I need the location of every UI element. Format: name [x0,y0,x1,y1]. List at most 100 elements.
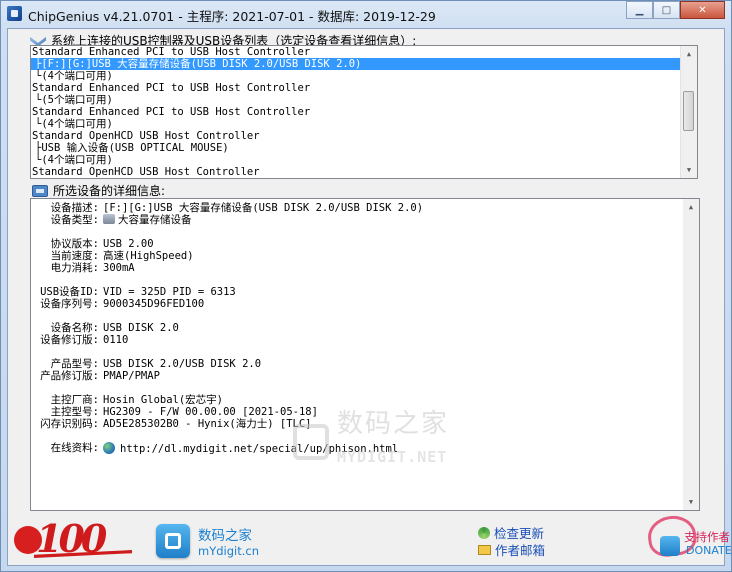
scroll-thumb[interactable] [683,91,694,131]
title-bar[interactable]: ChipGenius v4.21.0701 - 主程序: 2021-07-01 … [1,1,731,27]
device-list-item[interactable]: └(4个端口可用) [31,70,697,82]
detail-value: 9000345D96FED100 [103,298,204,310]
details-scrollbar[interactable]: ▲ ▼ [683,199,699,510]
donate-sublabel: DONATE [686,544,732,557]
window-title: ChipGenius v4.21.0701 - 主程序: 2021-07-01 … [28,9,436,24]
detail-value-text: HG2309 - F/W 00.00.00 [2021-05-18] [103,406,318,418]
detail-value: 300mA [103,262,135,274]
controller-list-item[interactable]: Standard Enhanced PCI to USB Host Contro… [31,106,697,118]
scroll-up-button[interactable]: ▲ [681,46,697,62]
detail-value: USB DISK 2.0 [103,322,179,334]
controller-list-item[interactable]: Standard OpenHCD USB Host Controller [31,166,697,178]
refresh-icon [478,526,490,539]
party-100-logo: 100 [14,514,132,561]
device-list-item[interactable]: └(4个端口可用) [31,118,697,130]
minimize-button[interactable]: ▁ [626,1,653,19]
detail-value-text: PMAP/PMAP [103,370,160,382]
detail-value-text: [F:][G:]USB 大容量存储设备(USB DISK 2.0/USB DIS… [103,202,424,214]
brand-name: 数码之家 [198,528,252,544]
close-button[interactable]: ✕ [680,1,725,19]
client-area: 系统上连接的USB控制器及USB设备列表（选定设备查看详细信息）: Standa… [7,28,732,566]
details-header: 所选设备的详细信息: [32,182,165,199]
author-email-label: 作者邮箱 [495,543,546,558]
globe-icon [103,442,115,454]
detail-label: USB设备ID: [40,286,99,298]
mail-icon [478,544,491,555]
disk-icon [103,214,115,224]
detail-label: 电力消耗: [50,262,99,274]
detail-label: 协议版本: [50,238,99,250]
detail-value: 大容量存储设备 [103,214,192,226]
info-icon [32,184,48,197]
device-list[interactable]: Standard Enhanced PCI to USB Host Contro… [30,45,698,179]
detail-value-text: AD5E285302B0 - Hynix(海力士) [TLC] [103,418,312,430]
scroll-down-icon: ▼ [686,166,692,174]
detail-label: 设备序列号: [40,298,99,310]
app-window: ChipGenius v4.21.0701 - 主程序: 2021-07-01 … [0,0,732,572]
detail-value: VID = 325D PID = 6313 [103,286,236,298]
brand-link[interactable]: 数码之家 mYdigit.cn [156,519,259,563]
detail-label: 主控厂商: [50,394,99,406]
app-icon [7,6,22,21]
detail-label: 产品修订版: [40,370,99,382]
detail-value-text: USB 2.00 [103,238,154,250]
detail-value-text: USB DISK 2.0/USB DISK 2.0 [103,358,262,370]
detail-label: 闪存识别码: [40,418,99,430]
footer-links: 检查更新 作者邮箱 [478,524,545,558]
details-scroll-down-button[interactable]: ▼ [683,494,699,510]
watermark-logo-icon [293,424,329,460]
detail-value: USB DISK 2.0/USB DISK 2.0 [103,358,261,370]
detail-label: 设备类型: [50,214,99,226]
detail-label: 设备修订版: [40,334,99,346]
watermark-line2: MYDIGIT.NET [337,448,448,466]
close-icon: ✕ [698,4,707,16]
device-list-item[interactable]: └(4个端口可用) [31,154,697,166]
controller-list-item[interactable]: Standard Enhanced PCI to USB Host Contro… [31,82,697,94]
detail-value-text: VID = 325D PID = 6313 [103,286,236,298]
device-list-scrollbar[interactable]: ▲ ▼ [680,46,697,178]
device-list-item[interactable]: ├USB 输入设备(USB OPTICAL MOUSE) [31,142,697,154]
detail-label: 设备描述: [50,202,99,214]
donate-button[interactable]: 支持作者 DONATE [645,512,732,562]
detail-value-text: 高速(HighSpeed) [103,250,194,262]
maximize-button[interactable]: □ [653,1,680,19]
controller-list-item[interactable]: Standard Enhanced PCI to USB Host Contro… [31,46,697,58]
watermark-line1: 数码之家 [337,409,450,439]
scroll-up-icon: ▲ [686,50,692,58]
detail-label: 在线资料: [50,442,99,454]
detail-label: 当前速度: [50,250,99,262]
detail-value-text: 大容量存储设备 [118,214,192,226]
detail-value: HG2309 - F/W 00.00.00 [2021-05-18] [103,406,318,418]
mydigit-logo-icon [156,524,190,558]
device-list-item[interactable]: ├[F:][G:]USB 大容量存储设备(USB DISK 2.0/USB DI… [31,58,685,70]
detail-value-text: USB DISK 2.0 [103,322,179,334]
scroll-down-icon: ▼ [688,498,694,506]
window-controls: ▁ □ ✕ [626,1,725,20]
details-panel[interactable]: 设备描述: [F:][G:]USB 大容量存储设备(USB DISK 2.0/US… [30,198,700,511]
details-scroll-up-button[interactable]: ▲ [683,199,699,215]
details-label: 所选设备的详细信息: [53,184,166,198]
controller-list-item[interactable]: Standard OpenHCD USB Host Controller [31,130,697,142]
detail-value: 0110 [103,334,128,346]
watermark: 数码之家 MYDIGIT.NET [293,409,473,476]
minimize-icon: ▁ [635,4,644,16]
device-list-item[interactable]: └(5个端口可用) [31,94,697,106]
device-rows: Standard Enhanced PCI to USB Host Contro… [31,46,697,178]
author-email-link[interactable]: 作者邮箱 [478,541,545,558]
detail-label: 主控型号: [50,406,99,418]
detail-value: [F:][G:]USB 大容量存储设备(USB DISK 2.0/USB DIS… [103,202,423,214]
scroll-down-button[interactable]: ▼ [681,162,697,178]
donate-label: 支持作者 [684,530,730,544]
mydigit-small-icon [660,536,680,556]
maximize-icon: □ [661,4,672,16]
check-update-link[interactable]: 检查更新 [478,524,545,541]
detail-value: USB 2.00 [103,238,154,250]
detail-value-text: Hosin Global(宏芯宇) [103,394,224,406]
footer: 100 数码之家 mYdigit.cn 检查更新 作者邮箱 支持作者 DONAT… [8,512,732,566]
scroll-up-icon: ▲ [688,203,694,211]
detail-value-text: 0110 [103,334,129,346]
detail-label: 设备名称: [50,322,99,334]
detail-value: PMAP/PMAP [103,370,160,382]
detail-value-text: 300mA [103,262,135,274]
detail-value: 高速(HighSpeed) [103,250,194,262]
